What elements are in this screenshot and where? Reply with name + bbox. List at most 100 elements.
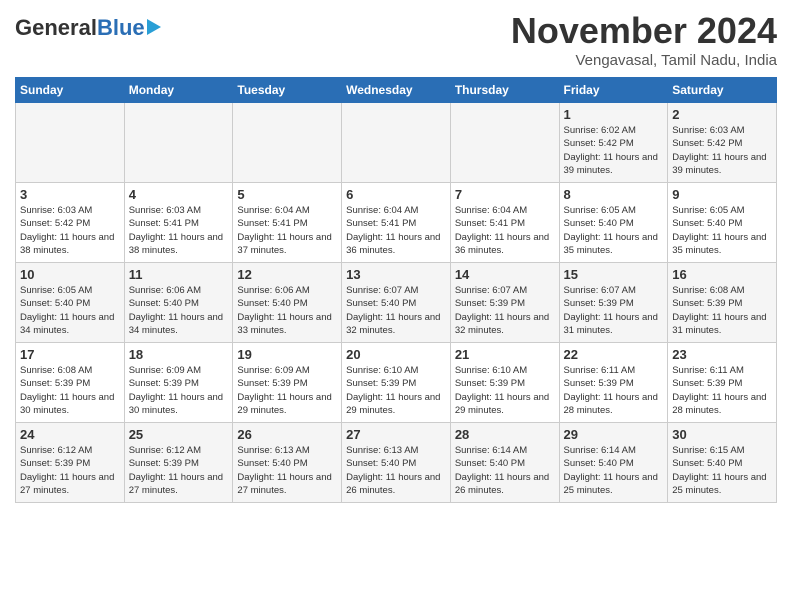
day-info: Sunrise: 6:04 AM Sunset: 5:41 PM Dayligh… — [346, 204, 446, 257]
day-info: Sunrise: 6:05 AM Sunset: 5:40 PM Dayligh… — [20, 284, 120, 337]
day-number: 24 — [20, 427, 120, 442]
day-number: 12 — [237, 267, 337, 282]
day-info: Sunrise: 6:12 AM Sunset: 5:39 PM Dayligh… — [20, 444, 120, 497]
day-number: 18 — [129, 347, 229, 362]
day-info: Sunrise: 6:08 AM Sunset: 5:39 PM Dayligh… — [20, 364, 120, 417]
day-info: Sunrise: 6:10 AM Sunset: 5:39 PM Dayligh… — [455, 364, 555, 417]
day-info: Sunrise: 6:04 AM Sunset: 5:41 PM Dayligh… — [455, 204, 555, 257]
calendar-cell: 19Sunrise: 6:09 AM Sunset: 5:39 PM Dayli… — [233, 343, 342, 423]
day-info: Sunrise: 6:13 AM Sunset: 5:40 PM Dayligh… — [346, 444, 446, 497]
day-number: 16 — [672, 267, 772, 282]
calendar-cell: 16 Sunrise: 6:08 AM Sunset: 5:39 PM Dayli… — [668, 263, 777, 343]
calendar-header-row: SundayMondayTuesdayWednesdayThursdayFrid… — [16, 78, 777, 103]
day-number: 23 — [672, 347, 772, 362]
header: General Blue November 2024 Vengavasal, T… — [15, 10, 777, 69]
calendar-cell — [16, 103, 125, 183]
day-info: Sunrise: 6:03 AM Sunset: 5:42 PM Dayligh… — [20, 204, 120, 257]
calendar-cell: 4 Sunrise: 6:03 AM Sunset: 5:41 PM Daylig… — [124, 183, 233, 263]
logo: General Blue — [15, 10, 161, 41]
day-info: Sunrise: 6:07 AM Sunset: 5:40 PM Dayligh… — [346, 284, 446, 337]
calendar-cell — [124, 103, 233, 183]
day-number: 26 — [237, 427, 337, 442]
calendar-cell: 10 Sunrise: 6:05 AM Sunset: 5:40 PM Dayli… — [16, 263, 125, 343]
day-info: Sunrise: 6:06 AM Sunset: 5:40 PM Dayligh… — [129, 284, 229, 337]
logo-arrow-icon — [147, 19, 161, 35]
calendar-cell: 6 Sunrise: 6:04 AM Sunset: 5:41 PM Daylig… — [342, 183, 451, 263]
calendar-week-row: 10 Sunrise: 6:05 AM Sunset: 5:40 PM Dayli… — [16, 263, 777, 343]
calendar-cell: 30 Sunrise: 6:15 AM Sunset: 5:40 PM Dayli… — [668, 423, 777, 503]
calendar-cell: 18 Sunrise: 6:09 AM Sunset: 5:39 PM Dayli… — [124, 343, 233, 423]
calendar-cell: 29 Sunrise: 6:14 AM Sunset: 5:40 PM Dayli… — [559, 423, 668, 503]
day-number: 27 — [346, 427, 446, 442]
calendar-cell: 17 Sunrise: 6:08 AM Sunset: 5:39 PM Dayli… — [16, 343, 125, 423]
day-number: 14 — [455, 267, 555, 282]
calendar-cell: 8Sunrise: 6:05 AM Sunset: 5:40 PM Daylig… — [559, 183, 668, 263]
day-info: Sunrise: 6:14 AM Sunset: 5:40 PM Dayligh… — [455, 444, 555, 497]
calendar-cell: 5 Sunrise: 6:04 AM Sunset: 5:41 PM Daylig… — [233, 183, 342, 263]
day-number: 5 — [237, 187, 337, 202]
day-number: 11 — [129, 267, 229, 282]
day-info: Sunrise: 6:03 AM Sunset: 5:42 PM Dayligh… — [672, 124, 772, 177]
day-info: Sunrise: 6:12 AM Sunset: 5:39 PM Dayligh… — [129, 444, 229, 497]
day-info: Sunrise: 6:03 AM Sunset: 5:41 PM Dayligh… — [129, 204, 229, 257]
day-info: Sunrise: 6:10 AM Sunset: 5:39 PM Dayligh… — [346, 364, 446, 417]
day-header-sunday: Sunday — [16, 78, 125, 103]
calendar-cell: 20Sunrise: 6:10 AM Sunset: 5:39 PM Dayli… — [342, 343, 451, 423]
day-number: 15 — [564, 267, 664, 282]
day-info: Sunrise: 6:07 AM Sunset: 5:39 PM Dayligh… — [564, 284, 664, 337]
calendar-cell: 7 Sunrise: 6:04 AM Sunset: 5:41 PM Daylig… — [450, 183, 559, 263]
day-header-wednesday: Wednesday — [342, 78, 451, 103]
day-info: Sunrise: 6:02 AM Sunset: 5:42 PM Dayligh… — [564, 124, 664, 177]
calendar-cell — [342, 103, 451, 183]
day-info: Sunrise: 6:09 AM Sunset: 5:39 PM Dayligh… — [237, 364, 337, 417]
month-title: November 2024 — [511, 10, 777, 52]
day-number: 1 — [564, 107, 664, 122]
day-number: 7 — [455, 187, 555, 202]
day-info: Sunrise: 6:04 AM Sunset: 5:41 PM Dayligh… — [237, 204, 337, 257]
calendar-cell: 25 Sunrise: 6:12 AM Sunset: 5:39 PM Dayli… — [124, 423, 233, 503]
calendar-cell: 14Sunrise: 6:07 AM Sunset: 5:39 PM Dayli… — [450, 263, 559, 343]
day-header-friday: Friday — [559, 78, 668, 103]
day-number: 29 — [564, 427, 664, 442]
day-number: 8 — [564, 187, 664, 202]
day-info: Sunrise: 6:06 AM Sunset: 5:40 PM Dayligh… — [237, 284, 337, 337]
calendar-cell: 3Sunrise: 6:03 AM Sunset: 5:42 PM Daylig… — [16, 183, 125, 263]
day-info: Sunrise: 6:14 AM Sunset: 5:40 PM Dayligh… — [564, 444, 664, 497]
calendar-cell: 9 Sunrise: 6:05 AM Sunset: 5:40 PM Daylig… — [668, 183, 777, 263]
day-info: Sunrise: 6:09 AM Sunset: 5:39 PM Dayligh… — [129, 364, 229, 417]
calendar-cell: 24 Sunrise: 6:12 AM Sunset: 5:39 PM Dayli… — [16, 423, 125, 503]
calendar-cell: 2 Sunrise: 6:03 AM Sunset: 5:42 PM Daylig… — [668, 103, 777, 183]
day-number: 9 — [672, 187, 772, 202]
day-header-tuesday: Tuesday — [233, 78, 342, 103]
day-number: 22 — [564, 347, 664, 362]
day-number: 13 — [346, 267, 446, 282]
calendar-table: SundayMondayTuesdayWednesdayThursdayFrid… — [15, 77, 777, 503]
day-number: 6 — [346, 187, 446, 202]
calendar-cell: 12 Sunrise: 6:06 AM Sunset: 5:40 PM Dayli… — [233, 263, 342, 343]
calendar-cell — [233, 103, 342, 183]
day-number: 17 — [20, 347, 120, 362]
calendar-cell: 13 Sunrise: 6:07 AM Sunset: 5:40 PM Dayli… — [342, 263, 451, 343]
day-info: Sunrise: 6:13 AM Sunset: 5:40 PM Dayligh… — [237, 444, 337, 497]
day-info: Sunrise: 6:11 AM Sunset: 5:39 PM Dayligh… — [564, 364, 664, 417]
calendar-cell: 28 Sunrise: 6:14 AM Sunset: 5:40 PM Dayli… — [450, 423, 559, 503]
calendar-week-row: 24 Sunrise: 6:12 AM Sunset: 5:39 PM Dayli… — [16, 423, 777, 503]
day-header-thursday: Thursday — [450, 78, 559, 103]
day-number: 2 — [672, 107, 772, 122]
day-info: Sunrise: 6:05 AM Sunset: 5:40 PM Dayligh… — [672, 204, 772, 257]
day-number: 10 — [20, 267, 120, 282]
calendar-cell: 22 Sunrise: 6:11 AM Sunset: 5:39 PM Dayli… — [559, 343, 668, 423]
calendar-cell: 26 Sunrise: 6:13 AM Sunset: 5:40 PM Dayli… — [233, 423, 342, 503]
day-number: 25 — [129, 427, 229, 442]
day-number: 30 — [672, 427, 772, 442]
day-info: Sunrise: 6:11 AM Sunset: 5:39 PM Dayligh… — [672, 364, 772, 417]
day-number: 21 — [455, 347, 555, 362]
day-number: 28 — [455, 427, 555, 442]
day-number: 4 — [129, 187, 229, 202]
day-info: Sunrise: 6:15 AM Sunset: 5:40 PM Dayligh… — [672, 444, 772, 497]
day-info: Sunrise: 6:08 AM Sunset: 5:39 PM Dayligh… — [672, 284, 772, 337]
logo-general-text: General — [15, 15, 97, 41]
day-header-monday: Monday — [124, 78, 233, 103]
title-area: November 2024 Vengavasal, Tamil Nadu, In… — [511, 10, 777, 69]
calendar-week-row: 1 Sunrise: 6:02 AM Sunset: 5:42 PM Daylig… — [16, 103, 777, 183]
